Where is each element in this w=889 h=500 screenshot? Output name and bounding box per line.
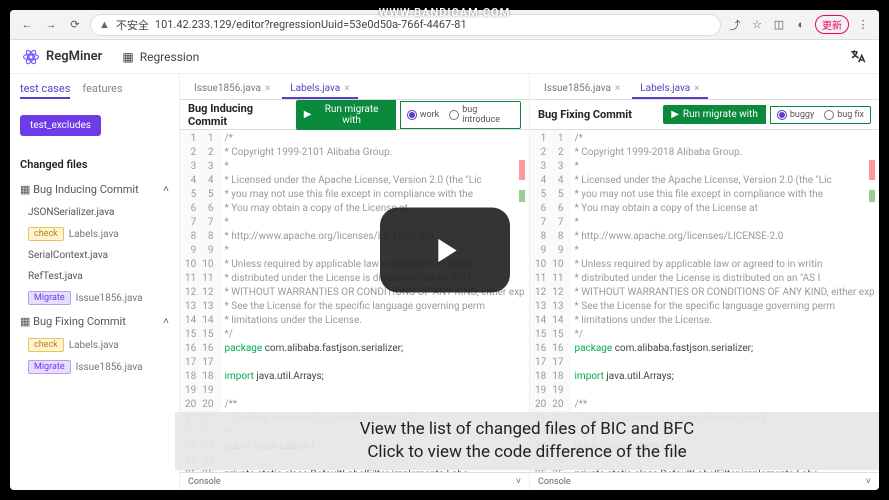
run-options: work bug introduce — [400, 101, 521, 129]
bic-tree-head[interactable]: ▦ Bug Inducing Commit˄ — [20, 177, 169, 202]
pane-title: Bug Fixing Commit — [538, 108, 632, 121]
grid-icon: ▦ — [122, 50, 133, 64]
right-tabs: Issue1856.java× Labels.java× — [530, 74, 879, 100]
left-tabs: Issue1856.java× Labels.java× — [180, 74, 529, 100]
console-bar[interactable]: Console˅ — [180, 472, 529, 490]
reload-button[interactable]: ⟳ — [66, 16, 84, 34]
run-options: buggy bug fix — [770, 106, 871, 124]
run-migrate-button[interactable]: ▶ Run migrate with — [663, 105, 766, 124]
pane-title: Bug Inducing Commit — [188, 102, 292, 128]
regression-label: Regression — [140, 50, 200, 64]
update-pill[interactable]: 更新 — [815, 15, 849, 34]
file-item[interactable]: JSONSerializer.java — [20, 202, 169, 223]
radio-work[interactable]: work — [407, 110, 440, 120]
tab-test-cases[interactable]: test cases — [20, 82, 70, 99]
tab-file[interactable]: Labels.java× — [632, 79, 707, 99]
file-item[interactable]: MigrateIssue1856.java — [20, 287, 169, 309]
left-head: Bug Inducing Commit ▶ Run migrate with w… — [180, 100, 529, 130]
address-bar[interactable]: ▲ 不安全 101.42.233.129/editor?regressionUu… — [90, 14, 721, 36]
insecure-icon: ▲ — [99, 18, 110, 31]
close-icon[interactable]: × — [344, 83, 349, 94]
minimap — [519, 160, 527, 220]
test-excludes-button[interactable]: test_excludes — [20, 115, 101, 136]
bfc-tree-head[interactable]: ▦ Bug Fixing Commit˄ — [20, 309, 169, 334]
app-header: RegMiner ▦ Regression — [10, 40, 879, 74]
file-item[interactable]: SerialContext.java — [20, 245, 169, 266]
video-play-button[interactable] — [380, 208, 510, 293]
file-item[interactable]: RefTest.java — [20, 266, 169, 287]
file-item[interactable]: MigrateIssue1856.java — [20, 356, 169, 378]
ext1-icon[interactable]: ◫ — [771, 17, 787, 33]
browser-actions: ⤴ ☆ ◫ ◐ 更新 ⋮ — [727, 15, 871, 34]
changed-files-title: Changed files — [20, 158, 169, 171]
share-icon[interactable]: ⤴ — [727, 17, 743, 33]
close-icon[interactable]: × — [694, 83, 699, 94]
radio-bug-introduce[interactable]: bug introduce — [449, 105, 514, 125]
run-migrate-button[interactable]: ▶ Run migrate with — [296, 100, 396, 130]
file-item[interactable]: checkLabels.java — [20, 334, 169, 356]
side-tabs: test cases features — [20, 80, 169, 105]
radio-bug-fix[interactable]: bug fix — [824, 110, 864, 120]
insecure-label: 不安全 — [116, 17, 149, 33]
tab-file[interactable]: Issue1856.java× — [536, 79, 628, 99]
regression-tab[interactable]: ▦ Regression — [122, 50, 199, 64]
video-caption: View the list of changed files of BIC an… — [175, 412, 879, 470]
app-name: RegMiner — [46, 49, 102, 64]
migrate-tag: Migrate — [28, 291, 71, 305]
logo-icon — [22, 48, 40, 66]
app-logo[interactable]: RegMiner — [22, 48, 102, 66]
minimap — [869, 160, 877, 220]
tab-file[interactable]: Labels.java× — [282, 79, 357, 99]
play-icon — [425, 230, 465, 270]
menu-icon[interactable]: ⋮ — [855, 17, 871, 33]
close-icon[interactable]: × — [615, 83, 620, 94]
check-tag: check — [28, 338, 64, 352]
check-tag: check — [28, 227, 64, 241]
ext2-icon[interactable]: ◐ — [793, 17, 809, 33]
chevron-down-icon[interactable]: ˅ — [866, 476, 871, 487]
close-icon[interactable]: × — [265, 83, 270, 94]
migrate-tag: Migrate — [28, 360, 71, 374]
translate-icon[interactable] — [849, 48, 867, 66]
tab-features[interactable]: features — [82, 82, 122, 99]
tab-file[interactable]: Issue1856.java× — [186, 79, 278, 99]
url-text: 101.42.233.129/editor?regressionUuid=53e… — [155, 18, 467, 31]
star-icon[interactable]: ☆ — [749, 17, 765, 33]
sidebar: test cases features test_excludes Change… — [10, 74, 180, 490]
browser-toolbar: ← → ⟳ ▲ 不安全 101.42.233.129/editor?regres… — [10, 10, 879, 40]
radio-buggy[interactable]: buggy — [777, 110, 814, 120]
forward-button[interactable]: → — [42, 16, 60, 34]
chevron-down-icon[interactable]: ˅ — [516, 476, 521, 487]
file-item[interactable]: checkLabels.java — [20, 223, 169, 245]
console-bar[interactable]: Console˅ — [530, 472, 879, 490]
back-button[interactable]: ← — [18, 16, 36, 34]
right-head: Bug Fixing Commit ▶ Run migrate with bug… — [530, 100, 879, 130]
